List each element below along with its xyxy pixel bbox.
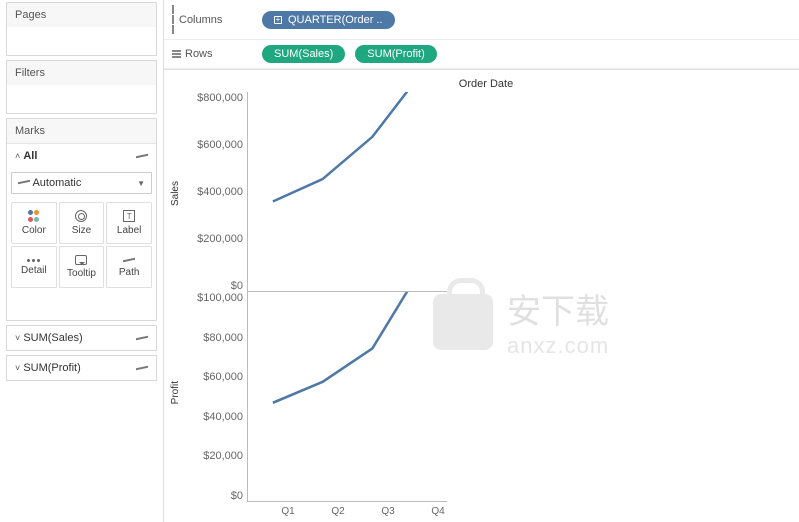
marks-header: Marks xyxy=(7,119,156,143)
sales-chart: $800,000$600,000$400,000$200,000$0 xyxy=(183,92,789,292)
rows-label: Rows xyxy=(185,48,213,60)
color-card[interactable]: Color xyxy=(11,202,57,244)
size-card[interactable]: Size xyxy=(59,202,105,244)
measure-profit-row[interactable]: ˅ SUM(Profit) xyxy=(6,355,157,381)
rows-icon xyxy=(172,50,181,58)
y-tick-labels-sales: $800,000$600,000$400,000$200,000$0 xyxy=(183,92,247,292)
detail-icon xyxy=(27,259,40,262)
chart-title: Order Date xyxy=(183,74,789,92)
detail-label: Detail xyxy=(21,265,47,276)
label-card[interactable]: T Label xyxy=(106,202,152,244)
columns-shelf[interactable]: Columns + QUARTER(Order .. xyxy=(164,0,799,40)
size-icon xyxy=(75,210,87,222)
detail-card[interactable]: Detail xyxy=(11,246,57,288)
measure-sales-row[interactable]: ˅ SUM(Sales) xyxy=(6,325,157,351)
measure-profit-label: SUM(Profit) xyxy=(23,362,80,374)
label-label: Label xyxy=(117,225,141,236)
filters-header: Filters xyxy=(7,61,156,85)
label-icon: T xyxy=(123,210,135,222)
chevron-down-icon: ˅ xyxy=(15,333,20,343)
line-icon xyxy=(18,178,30,186)
measure-sales-label: SUM(Sales) xyxy=(23,332,82,344)
line-icon xyxy=(136,364,148,372)
marks-all-row[interactable]: ˄ All xyxy=(7,143,156,168)
marks-panel: Marks ˄ All Automatic ▼ Color Size xyxy=(6,118,157,321)
pill-quarter-label: QUARTER(Order .. xyxy=(288,14,383,26)
pages-header: Pages xyxy=(7,3,156,27)
mark-type-select[interactable]: Automatic ▼ xyxy=(11,172,152,194)
pill-quarter[interactable]: + QUARTER(Order .. xyxy=(262,11,395,29)
filters-panel: Filters xyxy=(6,60,157,114)
path-card[interactable]: Path xyxy=(106,246,152,288)
line-icon xyxy=(136,334,148,342)
chevron-up-icon: ˄ xyxy=(15,151,20,161)
rows-shelf[interactable]: Rows SUM(Sales) SUM(Profit) xyxy=(164,40,799,69)
y-axis-sales: Sales xyxy=(170,181,181,206)
pill-profit[interactable]: SUM(Profit) xyxy=(355,45,436,63)
tooltip-card[interactable]: Tooltip xyxy=(59,246,105,288)
plus-icon: + xyxy=(274,16,282,24)
pages-panel: Pages xyxy=(6,2,157,56)
path-icon xyxy=(123,256,135,264)
marks-all-label: All xyxy=(23,150,37,162)
chevron-down-icon: ˅ xyxy=(15,363,20,373)
caret-down-icon: ▼ xyxy=(137,179,145,188)
tooltip-icon xyxy=(75,255,87,265)
profit-chart: $100,000$80,000$60,000$40,000$20,000$0 xyxy=(183,292,789,502)
tooltip-label: Tooltip xyxy=(67,268,96,279)
columns-icon xyxy=(172,5,175,34)
y-tick-labels-profit: $100,000$80,000$60,000$40,000$20,000$0 xyxy=(183,292,247,502)
pill-sales-label: SUM(Sales) xyxy=(274,48,333,60)
pill-sales[interactable]: SUM(Sales) xyxy=(262,45,345,63)
pill-profit-label: SUM(Profit) xyxy=(367,48,424,60)
size-label: Size xyxy=(72,225,91,236)
mark-type-label: Automatic xyxy=(32,177,81,189)
line-icon xyxy=(136,152,148,160)
y-axis-profit: Profit xyxy=(170,381,181,404)
viz-area: Sales Profit Order Date $800,000$600,000… xyxy=(164,70,799,522)
columns-label: Columns xyxy=(179,14,222,26)
path-label: Path xyxy=(119,267,140,278)
color-label: Color xyxy=(22,225,46,236)
color-icon xyxy=(28,210,40,222)
x-axis-labels: Q1Q2Q3Q4 xyxy=(263,502,463,517)
